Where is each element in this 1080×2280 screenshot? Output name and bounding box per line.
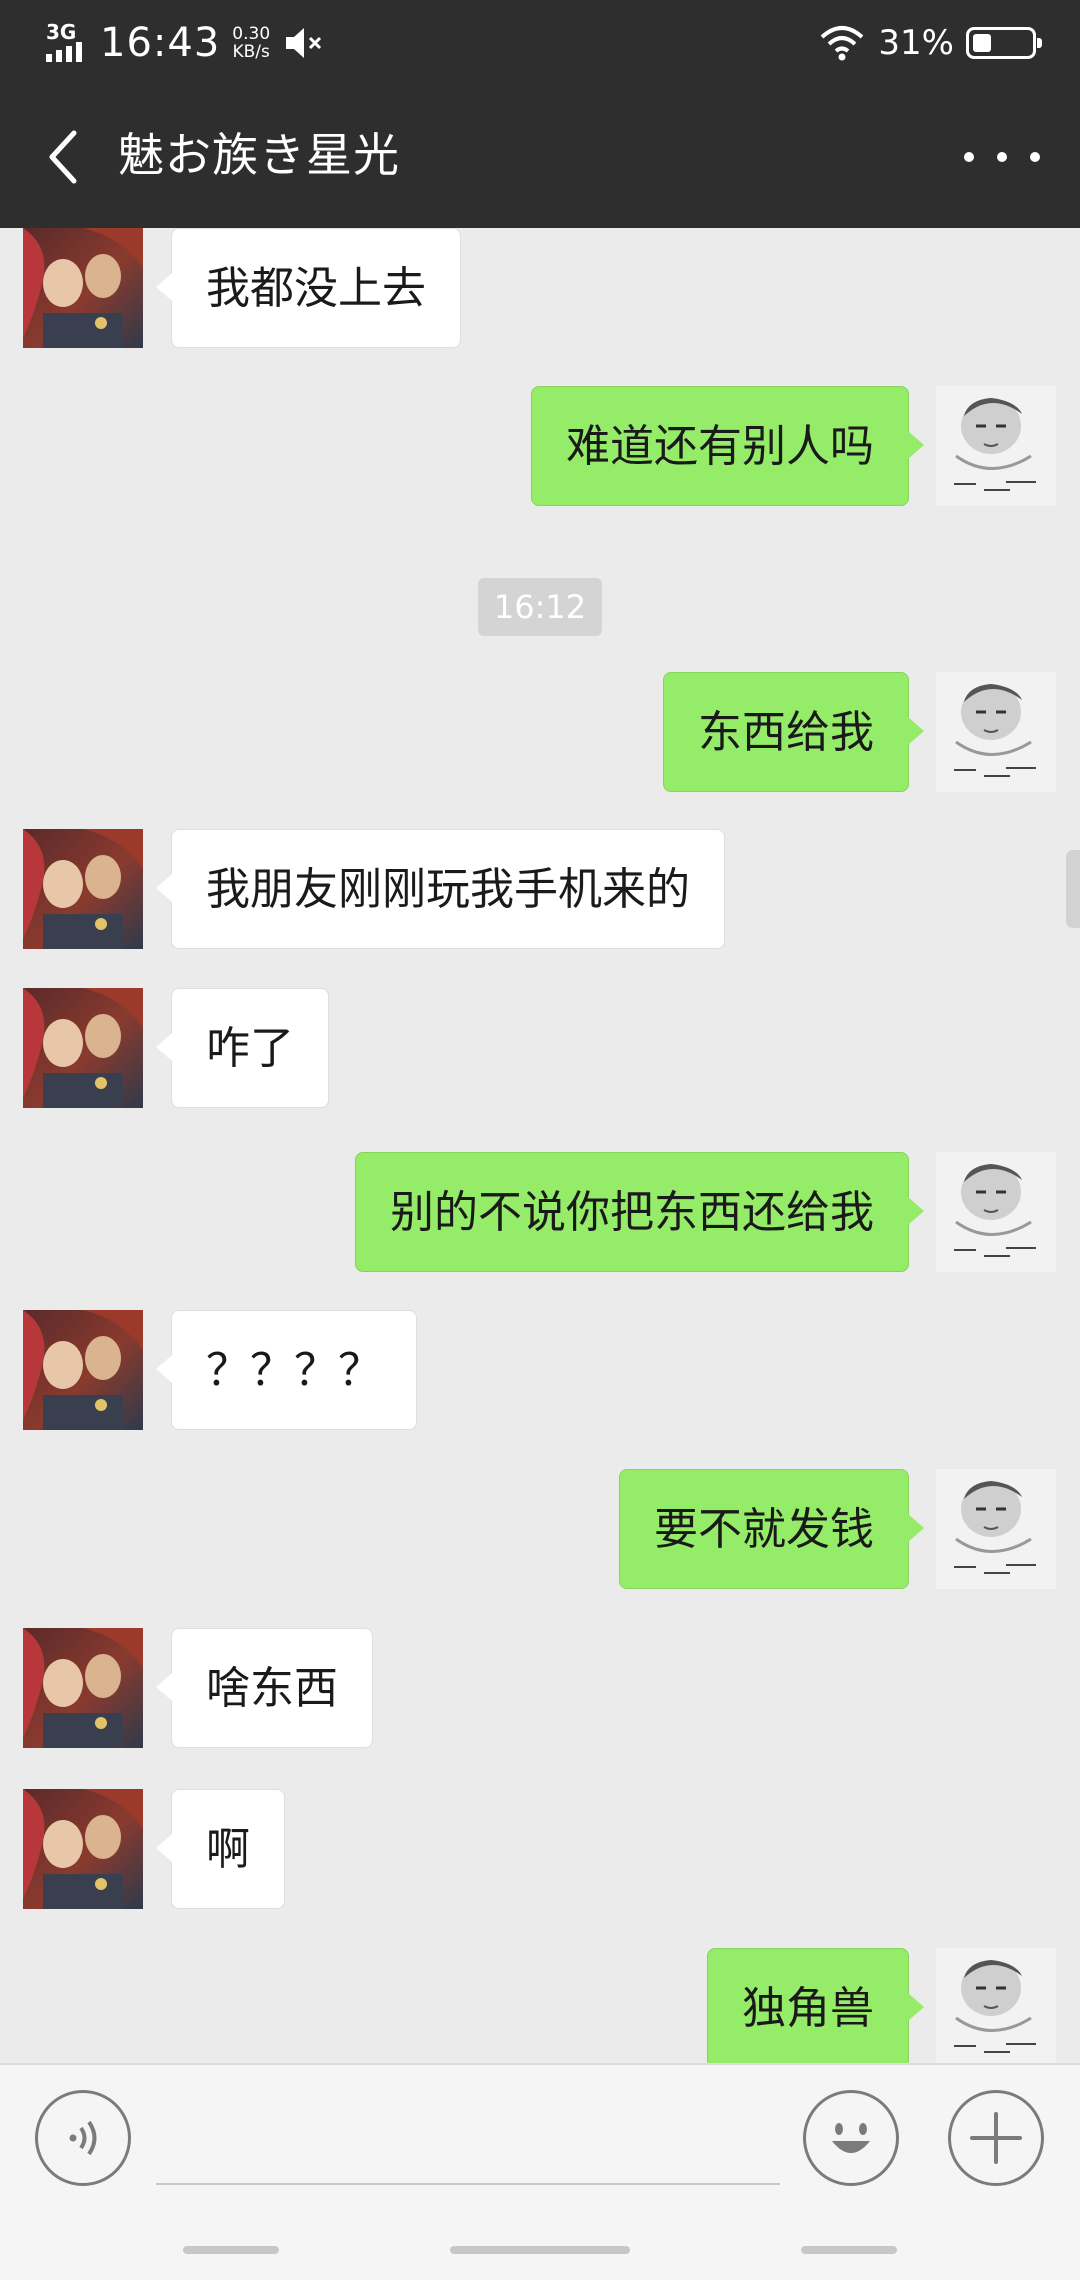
message-bubble[interactable]: 咋了 bbox=[156, 988, 329, 1108]
received-message: 我朋友刚刚玩我手机来的 bbox=[0, 829, 1080, 949]
message-bubble[interactable]: 东西给我 bbox=[663, 672, 924, 792]
message-bubble[interactable]: 啊 bbox=[156, 1789, 285, 1909]
time-divider: 16:12 bbox=[478, 578, 602, 636]
received-message: 啥东西 bbox=[0, 1628, 1080, 1748]
sent-message: 独角兽 bbox=[0, 1948, 1080, 2063]
network-speed-unit: KB/s bbox=[232, 42, 270, 62]
plus-icon bbox=[970, 2112, 1022, 2164]
emoji-button[interactable] bbox=[803, 2090, 899, 2186]
my-avatar[interactable] bbox=[936, 386, 1056, 506]
more-button[interactable] bbox=[964, 132, 1040, 182]
my-avatar[interactable] bbox=[936, 1948, 1056, 2063]
contact-avatar[interactable] bbox=[23, 1310, 143, 1430]
more-functions-button[interactable] bbox=[948, 2090, 1044, 2186]
message-bubble[interactable]: 难道还有别人吗 bbox=[531, 386, 924, 506]
signal-icon: 3G bbox=[44, 20, 94, 66]
received-message: 我都没上去 bbox=[0, 228, 1080, 348]
network-speed: 0.30 KB/s bbox=[232, 25, 270, 61]
emoji-icon bbox=[832, 2123, 870, 2153]
back-button[interactable] bbox=[34, 122, 90, 192]
message-bubble[interactable]: 要不就发钱 bbox=[619, 1469, 924, 1589]
message-bubble[interactable]: 我朋友刚刚玩我手机来的 bbox=[156, 829, 725, 949]
message-bubble[interactable]: 我都没上去 bbox=[156, 228, 461, 348]
chat-title: 魅お族き星光 bbox=[118, 128, 400, 182]
nav-gesture-bar[interactable] bbox=[801, 2246, 897, 2254]
chat-header: 魅お族き星光 bbox=[0, 82, 1080, 228]
message-bubble[interactable]: 啥东西 bbox=[156, 1628, 373, 1748]
mute-icon bbox=[286, 28, 322, 58]
message-bubble[interactable]: ？？？？ bbox=[156, 1310, 417, 1430]
message-list[interactable]: 我都没上去 难道还有别人吗东西给我我朋友刚刚玩我手机来的 咋了 别的不说你把东西还给我… bbox=[0, 228, 1080, 2063]
contact-avatar[interactable] bbox=[23, 988, 143, 1108]
received-message: ？？？？ bbox=[0, 1310, 1080, 1430]
sent-message: 别的不说你把东西还给我 bbox=[0, 1152, 1080, 1272]
battery-icon bbox=[966, 27, 1042, 59]
contact-avatar[interactable] bbox=[23, 1789, 143, 1909]
my-avatar[interactable] bbox=[936, 1469, 1056, 1589]
chevron-left-icon bbox=[49, 130, 77, 184]
voice-icon bbox=[69, 2120, 97, 2156]
nav-gesture-bar[interactable] bbox=[183, 2246, 279, 2254]
wifi-icon bbox=[821, 26, 864, 61]
my-avatar[interactable] bbox=[936, 1152, 1056, 1272]
contact-avatar[interactable] bbox=[23, 228, 143, 348]
more-dots-icon bbox=[964, 152, 974, 162]
message-bubble[interactable]: 别的不说你把东西还给我 bbox=[355, 1152, 924, 1272]
nav-gesture-bar[interactable] bbox=[450, 2246, 630, 2254]
status-time: 16:43 bbox=[100, 20, 221, 66]
sent-message: 要不就发钱 bbox=[0, 1469, 1080, 1589]
message-input[interactable] bbox=[156, 2105, 780, 2185]
status-bar: 3G 16:43 0.30 KB/s 31% bbox=[0, 0, 1080, 82]
received-message: 咋了 bbox=[0, 988, 1080, 1108]
sent-message: 东西给我 bbox=[0, 672, 1080, 792]
contact-avatar[interactable] bbox=[23, 1628, 143, 1748]
sent-message: 难道还有别人吗 bbox=[0, 386, 1080, 506]
input-bar bbox=[0, 2063, 1080, 2280]
battery-percent: 31% bbox=[878, 23, 954, 63]
network-speed-value: 0.30 bbox=[232, 24, 271, 44]
message-bubble[interactable]: 独角兽 bbox=[707, 1948, 924, 2063]
my-avatar[interactable] bbox=[936, 672, 1056, 792]
contact-avatar[interactable] bbox=[23, 829, 143, 949]
received-message: 啊 bbox=[0, 1789, 1080, 1909]
voice-button[interactable] bbox=[35, 2090, 131, 2186]
network-type: 3G bbox=[46, 20, 77, 44]
